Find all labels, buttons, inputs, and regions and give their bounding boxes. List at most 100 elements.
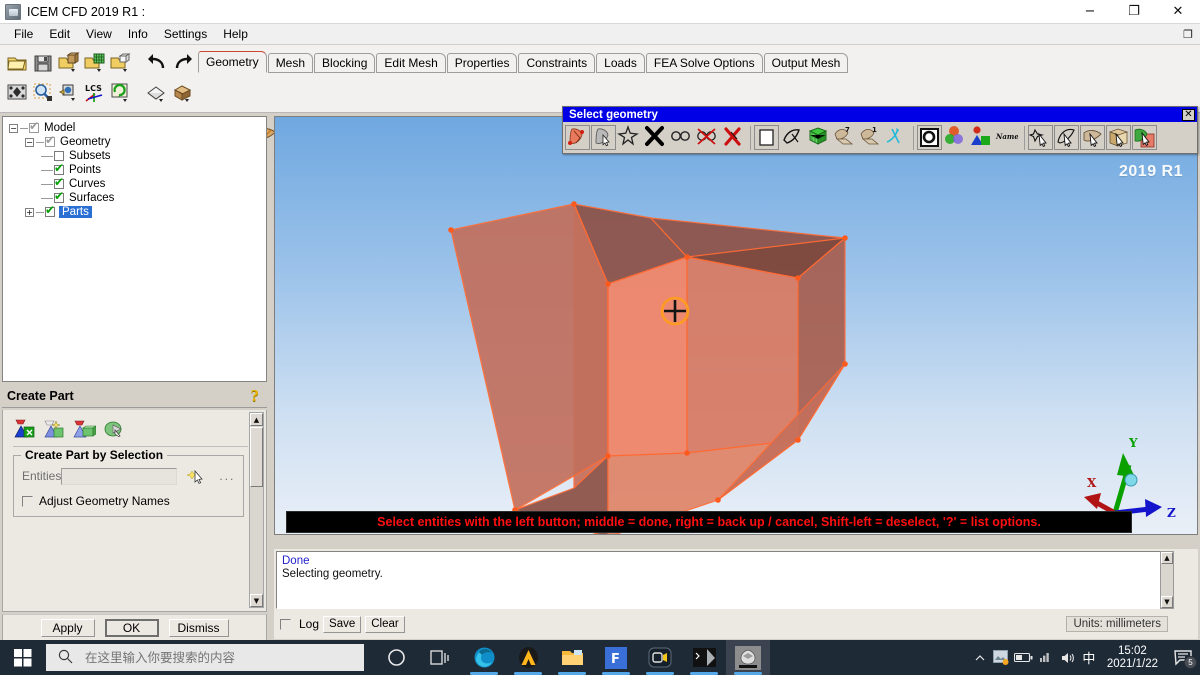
panel-scroll-thumb[interactable] — [250, 427, 263, 487]
clear-log-button[interactable]: Clear — [365, 615, 405, 633]
add-to-part-icon[interactable] — [101, 416, 125, 440]
cortana-icon[interactable] — [374, 640, 418, 675]
panel-scroll-up-button[interactable]: ▲ — [250, 413, 263, 426]
adjust-geometry-names-row[interactable]: Adjust Geometry Names — [22, 494, 235, 508]
tree-node-geometry[interactable]: − Geometry — [9, 133, 266, 149]
icem-cfd-icon[interactable] — [726, 640, 770, 675]
save-log-button[interactable]: Save — [323, 615, 362, 633]
ime-chinese-icon[interactable]: 中 — [1079, 640, 1099, 675]
expander-geometry[interactable]: − — [25, 137, 34, 147]
action-center-icon[interactable]: 5 — [1166, 640, 1200, 675]
checkbox-points[interactable] — [54, 161, 64, 175]
windows-start-icon[interactable] — [0, 640, 46, 675]
select-all-appropriate-icon[interactable] — [565, 125, 590, 150]
entities-input[interactable] — [61, 467, 178, 485]
ok-button[interactable]: OK — [104, 619, 159, 637]
search-input[interactable] — [83, 649, 333, 666]
help-icon[interactable]: ? — [251, 386, 260, 406]
model-tree-panel[interactable]: − Model − Geometry Subsets Points — [2, 116, 267, 382]
tree-node-curves[interactable]: Curves — [9, 175, 266, 191]
open-blocking-icon[interactable] — [108, 50, 132, 74]
geometry-model[interactable] — [275, 117, 1198, 535]
select-by-polygon-icon[interactable] — [780, 125, 805, 150]
select-curve-toggle-icon[interactable] — [1054, 125, 1079, 150]
graphics-viewport[interactable]: 2019 R1 X Y Z — [274, 116, 1198, 535]
command-prompt-icon[interactable] — [682, 640, 726, 675]
select-surface-toggle-icon[interactable] — [1080, 125, 1105, 150]
toggle-dynamic-icon[interactable] — [695, 125, 720, 150]
checkbox-subsets[interactable] — [54, 151, 64, 161]
open-geometry-icon[interactable] — [56, 50, 80, 74]
toggle-selection-mode-icon[interactable] — [669, 125, 694, 150]
screenshot-tool-icon[interactable] — [991, 640, 1013, 675]
tab-geometry[interactable]: Geometry — [198, 51, 267, 73]
file-explorer-icon[interactable] — [550, 640, 594, 675]
tab-constraints[interactable]: Constraints — [518, 53, 596, 73]
select-items-in-subset-icon[interactable] — [617, 125, 642, 150]
select-material-toggle-icon[interactable] — [1132, 125, 1157, 150]
select-body-toggle-icon[interactable] — [1106, 125, 1131, 150]
select-geometry-dialog[interactable]: Select geometry ✕ 7 1 Name — [562, 106, 1198, 154]
volume-icon[interactable] — [1057, 640, 1079, 675]
select-items-in-part-icon[interactable] — [591, 125, 616, 150]
select-bodies-icon[interactable] — [884, 125, 909, 150]
fit-window-icon[interactable] — [4, 80, 28, 104]
close-button[interactable]: ✕ — [1156, 0, 1200, 24]
tab-blocking[interactable]: Blocking — [314, 53, 376, 73]
deselect-all-icon[interactable] — [721, 125, 746, 150]
adjust-geometry-names-checkbox[interactable] — [22, 495, 33, 507]
expander-model[interactable]: − — [9, 123, 18, 133]
redo-icon[interactable] — [170, 50, 194, 74]
apply-button[interactable]: Apply — [40, 619, 95, 637]
tab-loads[interactable]: Loads — [596, 53, 645, 73]
panel-scroll-down-button[interactable]: ▼ — [250, 594, 263, 607]
open-project-icon[interactable] — [4, 50, 28, 74]
menu-info[interactable]: Info — [120, 25, 156, 43]
checkbox-parts[interactable] — [45, 203, 55, 217]
expander-parts[interactable]: + — [25, 207, 34, 217]
show-hidden-icons-chevron-icon[interactable] — [969, 640, 991, 675]
select-by-part-icon[interactable] — [969, 125, 994, 150]
select-by-box-icon[interactable] — [754, 125, 779, 150]
menu-view[interactable]: View — [78, 25, 120, 43]
menu-edit[interactable]: Edit — [41, 25, 78, 43]
taskbar-search-box[interactable] — [46, 644, 364, 671]
battery-icon[interactable] — [1013, 640, 1035, 675]
refresh-view-icon[interactable] — [108, 80, 132, 104]
wifi-icon[interactable] — [1035, 640, 1057, 675]
select-entities-cursor-icon[interactable] — [186, 467, 207, 485]
dismiss-button[interactable]: Dismiss — [168, 619, 229, 637]
fluent-meshing-icon[interactable]: F — [594, 640, 638, 675]
lcs-axes-icon[interactable]: LCS — [82, 80, 106, 104]
ansys-workbench-icon[interactable] — [506, 640, 550, 675]
tree-node-parts[interactable]: + Parts — [9, 203, 266, 219]
create-part-icon[interactable] — [11, 416, 35, 440]
tab-fea-solve-options[interactable]: FEA Solve Options — [645, 53, 763, 73]
tab-properties[interactable]: Properties — [446, 53, 518, 73]
create-part-by-points-icon[interactable] — [41, 416, 65, 440]
menu-settings[interactable]: Settings — [156, 25, 215, 43]
menu-file[interactable]: File — [6, 25, 41, 43]
open-mesh-icon[interactable] — [82, 50, 106, 74]
close-icon[interactable]: ✕ — [1182, 108, 1195, 121]
message-log-box[interactable]: Done Selecting geometry. — [276, 551, 1173, 609]
solid-display-icon[interactable] — [170, 80, 194, 104]
checkbox-model[interactable] — [29, 119, 39, 133]
log-scrollbar[interactable]: ▲ ▼ — [1160, 551, 1174, 609]
create-assembly-icon[interactable] — [71, 416, 97, 440]
log-checkbox[interactable] — [280, 618, 291, 630]
view-direction-icon[interactable] — [56, 80, 80, 104]
checkbox-surfaces[interactable] — [54, 189, 64, 203]
select-by-name-icon[interactable]: Name — [995, 125, 1020, 150]
clip-plane-icon[interactable] — [144, 80, 168, 104]
select-by-loop-icon[interactable] — [917, 125, 942, 150]
restore-window-button[interactable]: ❐ — [1180, 26, 1196, 42]
task-view-icon[interactable] — [418, 640, 462, 675]
panel-scrollbar[interactable]: ▲ ▼ — [249, 412, 264, 608]
tree-node-points[interactable]: Points — [9, 161, 266, 177]
menu-help[interactable]: Help — [215, 25, 256, 43]
log-scroll-down-button[interactable]: ▼ — [1161, 596, 1173, 608]
zoom-box-icon[interactable] — [30, 80, 54, 104]
save-project-icon[interactable] — [30, 50, 54, 74]
select-points-icon[interactable]: 1 — [858, 125, 883, 150]
